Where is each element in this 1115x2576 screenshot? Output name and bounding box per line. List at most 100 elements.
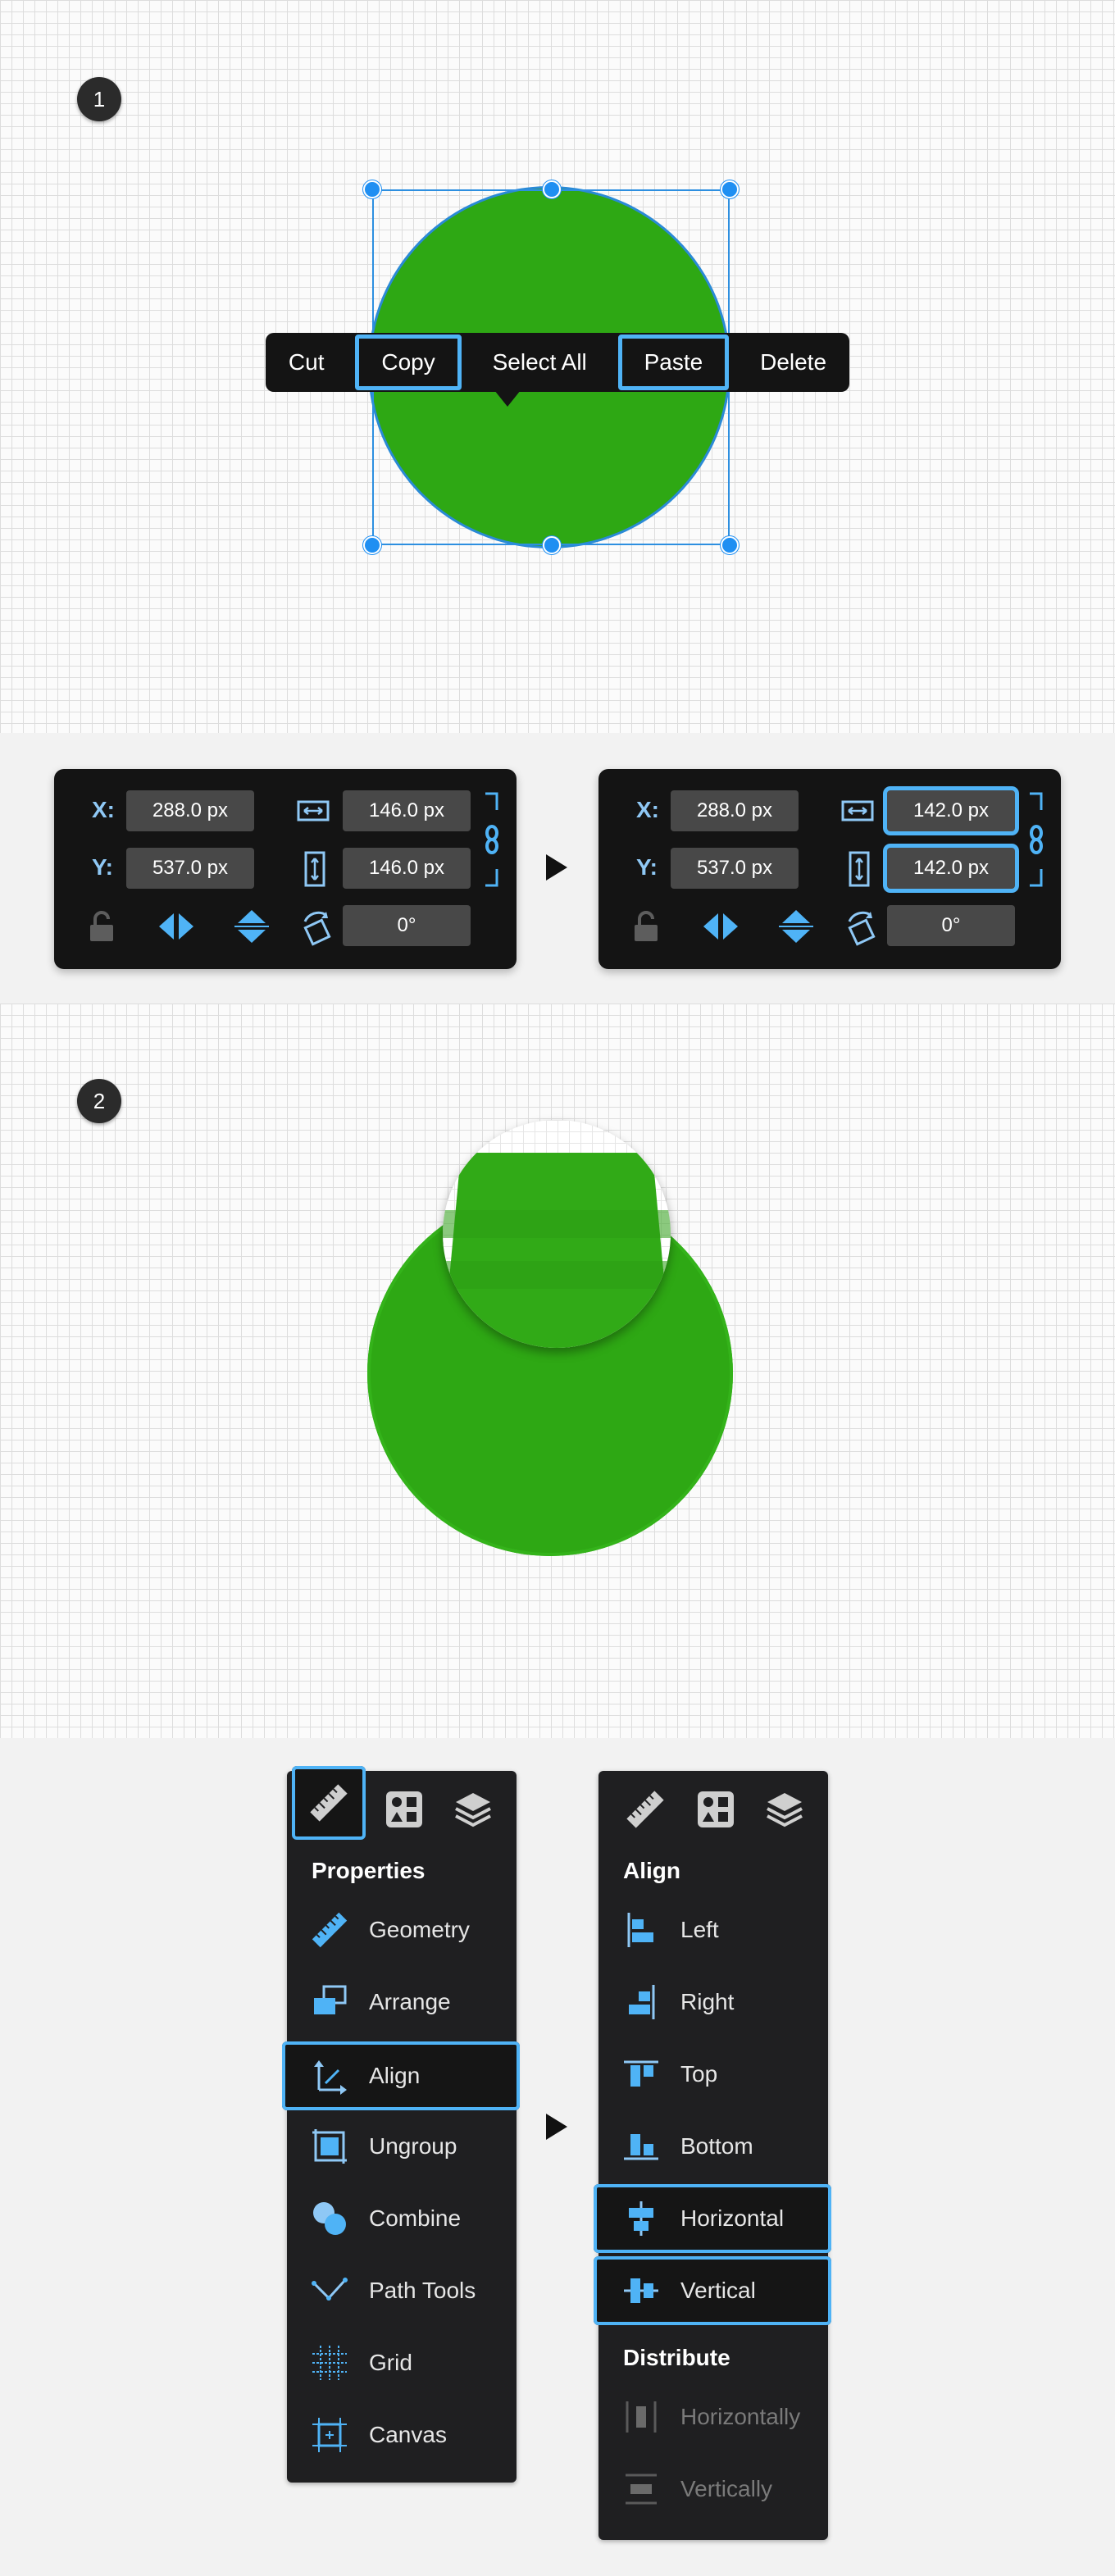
align-menu-item[interactable]: Align [282, 2041, 520, 2110]
align-vertical-center-icon [618, 2268, 664, 2314]
link-proportions-icon[interactable] [1026, 792, 1049, 887]
menu-item-paste[interactable]: Paste [617, 333, 731, 392]
flip-horizontal-icon[interactable] [700, 910, 741, 943]
y-field[interactable]: 537.0 px [126, 848, 254, 889]
y-label: Y: [92, 854, 113, 880]
flip-vertical-icon[interactable] [233, 907, 271, 946]
geometry-label: Geometry [369, 1917, 470, 1942]
align-bottom-item[interactable]: Bottom [618, 2112, 815, 2181]
align-top-item[interactable]: Top [618, 2040, 815, 2109]
align-bottom-icon [618, 2123, 664, 2169]
tab-geometry-ruler[interactable] [623, 1787, 667, 1832]
combine-menu-item[interactable]: Combine [307, 2184, 503, 2253]
resize-handle-bottom-right[interactable] [721, 536, 739, 554]
menu-item-cut[interactable]: Cut [272, 333, 341, 392]
context-menu-pointer [494, 390, 521, 407]
align-horizontal-item[interactable]: Horizontal [594, 2184, 831, 2253]
grid-label: Grid [369, 2350, 412, 2375]
ruler-icon [626, 1791, 664, 1828]
arrange-label: Arrange [369, 1989, 451, 2014]
geometry-menu-item[interactable]: Geometry [307, 1896, 503, 1964]
tab-shapes[interactable] [694, 1787, 738, 1832]
small-circle-band-2 [443, 1261, 671, 1289]
align-label: Align [369, 2063, 421, 2088]
flip-horizontal-icon[interactable] [156, 910, 197, 943]
distribute-vertically-icon [618, 2466, 664, 2512]
distribute-vertically-item[interactable]: Vertically [618, 2455, 823, 2524]
resize-handle-top-right[interactable] [721, 180, 739, 198]
canvas-menu-item[interactable]: Canvas [307, 2401, 503, 2469]
grid-menu-item[interactable]: Grid [307, 2328, 503, 2397]
align-top-icon [618, 2051, 664, 2097]
align-left-icon [618, 1907, 664, 1953]
distribute-horizontally-icon [618, 2394, 664, 2440]
properties-title: Properties [312, 1858, 426, 1883]
step-badge-2: 2 [77, 1079, 121, 1123]
tab-shapes[interactable] [382, 1787, 426, 1832]
align-horizontal-label: Horizontal [680, 2205, 785, 2231]
width-field[interactable]: 146.0 px [343, 790, 471, 831]
x-field[interactable]: 288.0 px [671, 790, 799, 831]
layers-icon [455, 1793, 491, 1827]
resize-handle-top-center[interactable] [543, 180, 561, 198]
lock-icon[interactable] [87, 910, 116, 943]
ungroup-menu-item[interactable]: Ungroup [307, 2112, 503, 2181]
y-field[interactable]: 537.0 px [671, 848, 799, 889]
menu-item-select-all[interactable]: Select All [476, 333, 603, 392]
arrange-icon [307, 1979, 353, 2025]
arrange-menu-item[interactable]: Arrange [307, 1968, 503, 2037]
height-field[interactable]: 146.0 px [343, 848, 471, 889]
tab-layers[interactable] [451, 1787, 495, 1832]
resize-handle-bottom-left[interactable] [363, 536, 381, 554]
align-right-item[interactable]: Right [618, 1968, 815, 2037]
layers-icon [767, 1793, 803, 1827]
path-tools-menu-item[interactable]: Path Tools [307, 2256, 503, 2325]
properties-panel: Properties Geometry Arrange Align Ungrou… [282, 1766, 520, 2483]
distribute-horizontally-label: Horizontally [680, 2404, 801, 2429]
path-tools-icon [307, 2268, 353, 2314]
height-icon [848, 851, 871, 887]
x-label: X: [92, 797, 115, 822]
rotation-field[interactable]: 0° [887, 905, 1015, 946]
align-horizontal-center-icon [618, 2196, 664, 2241]
lock-icon[interactable] [631, 910, 661, 943]
next-step-arrow [546, 854, 567, 881]
menu-item-delete[interactable]: Delete [744, 333, 843, 392]
resize-handle-bottom-center[interactable] [543, 536, 561, 554]
y-label: Y: [636, 854, 658, 880]
small-circle-band-1 [443, 1210, 671, 1238]
step-badge-1: 1 [77, 77, 121, 121]
ruler-icon [307, 1907, 353, 1953]
tab-layers[interactable] [762, 1787, 807, 1832]
height-field[interactable]: 142.0 px [887, 848, 1015, 889]
resize-handle-top-left[interactable] [363, 180, 381, 198]
align-arrows-icon [307, 2053, 353, 2099]
rotate-icon[interactable] [844, 908, 881, 948]
align-right-icon [618, 1979, 664, 2025]
align-left-item[interactable]: Left [618, 1896, 815, 1964]
align-left-label: Left [680, 1917, 719, 1942]
flip-vertical-icon[interactable] [777, 907, 815, 946]
align-vertical-item[interactable]: Vertical [594, 2256, 831, 2325]
align-bottom-label: Bottom [680, 2133, 753, 2159]
height-icon [303, 851, 326, 887]
next-step-arrow-2 [546, 2114, 567, 2140]
align-title: Align [623, 1858, 680, 1883]
canvas-icon [307, 2412, 353, 2458]
combine-icon [307, 2196, 353, 2241]
width-field[interactable]: 142.0 px [887, 790, 1015, 831]
distribute-horizontally-item[interactable]: Horizontally [618, 2383, 823, 2451]
menu-item-copy[interactable]: Copy [353, 333, 462, 392]
x-field[interactable]: 288.0 px [126, 790, 254, 831]
align-vertical-label: Vertical [680, 2278, 756, 2303]
context-menu: Cut Copy Select All Paste Delete [266, 333, 849, 392]
grid-icon [307, 2340, 353, 2386]
link-proportions-icon[interactable] [482, 792, 505, 887]
align-top-label: Top [680, 2061, 718, 2087]
small-circle-copy[interactable] [443, 1120, 671, 1348]
rotate-icon[interactable] [300, 908, 336, 948]
distribute-vertically-label: Vertically [680, 2476, 773, 2501]
tab-geometry-ruler[interactable] [292, 1766, 366, 1840]
shapes-icon [386, 1791, 422, 1827]
rotation-field[interactable]: 0° [343, 905, 471, 946]
